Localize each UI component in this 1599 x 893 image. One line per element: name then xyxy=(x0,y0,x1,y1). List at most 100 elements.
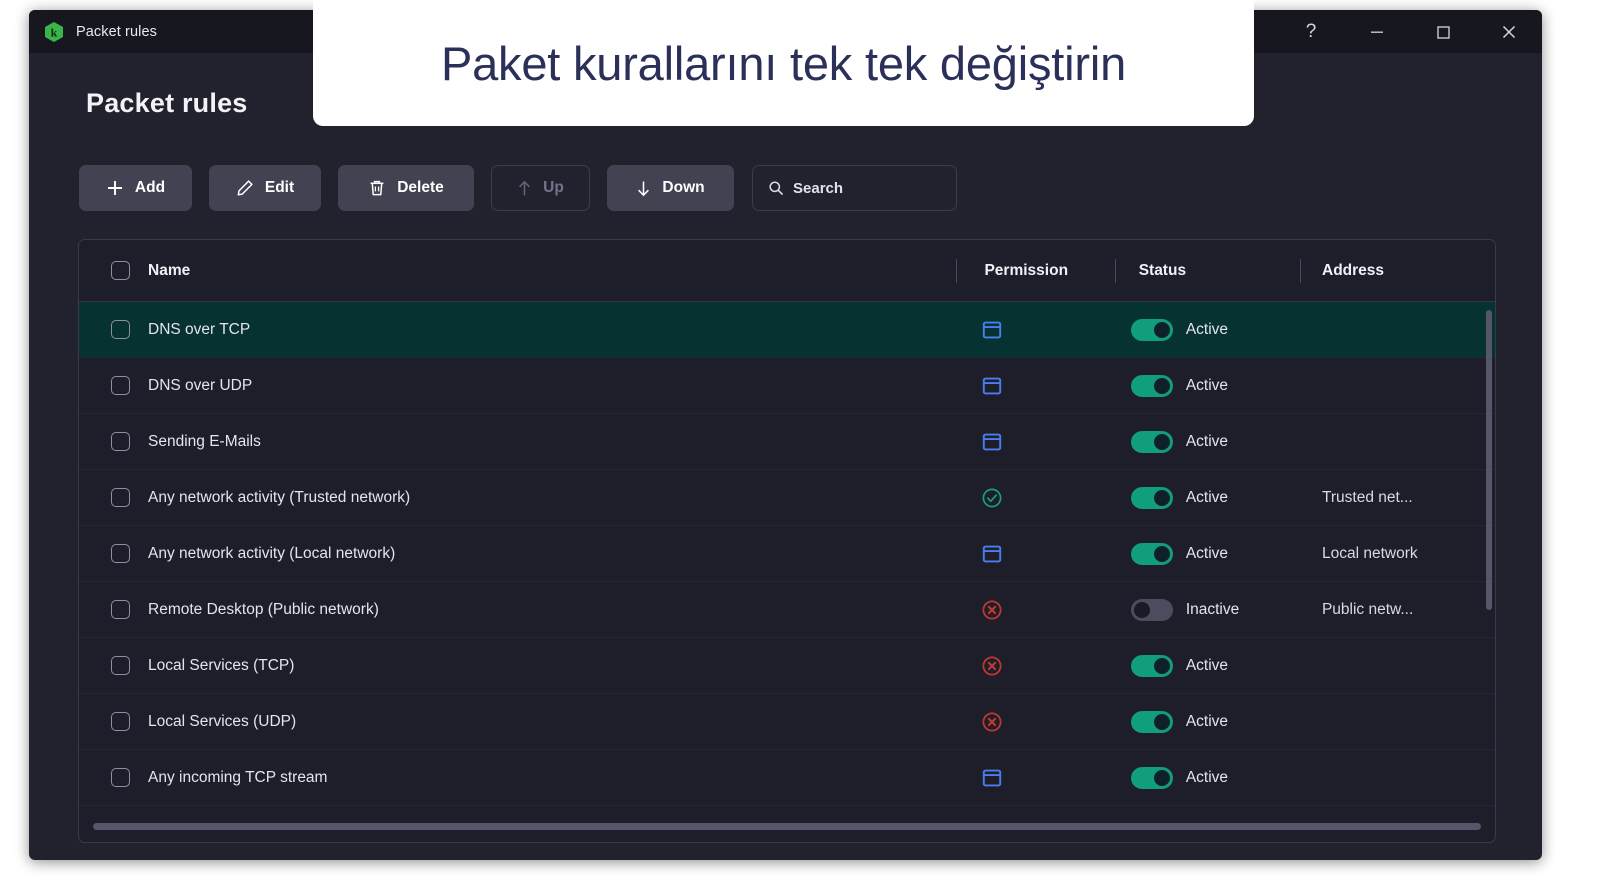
help-button[interactable]: ? xyxy=(1278,10,1344,53)
row-permission-cell[interactable] xyxy=(957,599,1115,621)
window-controls: ? xyxy=(1278,10,1542,53)
add-button[interactable]: Add xyxy=(79,165,192,211)
row-status-toggle[interactable] xyxy=(1130,486,1173,509)
select-all-checkbox[interactable] xyxy=(111,261,130,280)
toggle-knob xyxy=(1153,433,1170,450)
trash-icon xyxy=(370,180,384,196)
column-header-name: Name xyxy=(79,240,956,301)
table-row[interactable]: DNS over TCP Active xyxy=(79,302,1495,358)
row-status-toggle[interactable] xyxy=(1130,374,1173,397)
row-checkbox[interactable] xyxy=(111,544,130,563)
kaspersky-hex-logo-icon: k xyxy=(43,21,65,43)
row-permission-cell[interactable] xyxy=(957,655,1115,677)
column-header-status-label: Status xyxy=(1138,261,1187,279)
move-down-button-label: Down xyxy=(662,179,705,196)
row-permission-cell[interactable] xyxy=(957,543,1115,565)
row-status-label: Inactive xyxy=(1185,600,1240,618)
edit-button[interactable]: Edit xyxy=(209,165,321,211)
window-title-text: Packet rules xyxy=(76,23,157,40)
row-name-label: Any network activity (Trusted network) xyxy=(148,488,411,506)
row-name-label: DNS over TCP xyxy=(148,320,251,338)
horizontal-scrollbar-thumb[interactable] xyxy=(93,823,1481,830)
close-icon xyxy=(1502,25,1516,38)
row-name-cell: Remote Desktop (Public network) xyxy=(79,600,957,619)
row-permission-cell[interactable] xyxy=(957,375,1115,397)
row-address-cell: Local network xyxy=(1321,544,1418,562)
tutorial-callout: Paket kurallarını tek tek değiştirin xyxy=(313,0,1254,126)
search-box[interactable] xyxy=(752,165,957,211)
prompt-window-icon xyxy=(982,377,1001,394)
search-input[interactable] xyxy=(793,179,941,197)
prompt-window-icon xyxy=(982,321,1001,338)
packet-rules-table: Name Permission Status Address DNS over … xyxy=(78,239,1496,843)
row-status-toggle[interactable] xyxy=(1130,430,1173,453)
allow-check-icon xyxy=(982,488,1002,507)
vertical-scrollbar-thumb[interactable] xyxy=(1486,310,1492,610)
row-status-toggle[interactable] xyxy=(1130,710,1173,733)
row-checkbox[interactable] xyxy=(111,320,130,339)
row-permission-cell[interactable] xyxy=(957,711,1115,733)
row-status-toggle[interactable] xyxy=(1130,766,1173,789)
tutorial-callout-text: Paket kurallarını tek tek değiştirin xyxy=(440,36,1127,90)
row-status-toggle[interactable] xyxy=(1130,542,1173,565)
table-row[interactable]: Local Services (TCP) Active xyxy=(79,638,1495,694)
row-checkbox[interactable] xyxy=(111,768,130,787)
row-permission-cell[interactable] xyxy=(957,487,1115,509)
table-row[interactable]: Any network activity (Local network) Acti… xyxy=(79,526,1495,582)
row-checkbox[interactable] xyxy=(111,656,130,675)
column-header-permission: Permission xyxy=(956,240,1114,301)
row-checkbox[interactable] xyxy=(111,488,130,507)
minimize-icon xyxy=(1371,31,1383,33)
row-status-label: Active xyxy=(1185,544,1229,562)
move-up-button[interactable]: Up xyxy=(491,165,590,211)
row-checkbox[interactable] xyxy=(111,712,130,731)
table-row[interactable]: Remote Desktop (Public network) Inactive P… xyxy=(79,582,1495,638)
move-up-button-label: Up xyxy=(543,179,564,196)
arrow-down-icon xyxy=(638,181,650,196)
row-name-label: Sending E-Mails xyxy=(148,432,261,450)
row-permission-cell[interactable] xyxy=(957,767,1115,789)
row-status-label: Active xyxy=(1185,320,1229,338)
maximize-button[interactable] xyxy=(1410,10,1476,53)
table-row[interactable]: Any incoming TCP stream Active xyxy=(79,750,1495,806)
edit-button-label: Edit xyxy=(264,179,295,196)
row-status-toggle[interactable] xyxy=(1130,318,1173,341)
search-icon xyxy=(769,181,784,196)
row-name-cell: Local Services (UDP) xyxy=(79,712,957,731)
row-name-cell: Any incoming TCP stream xyxy=(79,768,957,787)
block-cross-icon xyxy=(982,599,1002,620)
row-permission-cell[interactable] xyxy=(957,319,1115,341)
row-checkbox[interactable] xyxy=(111,432,130,451)
screenshot-root: k Packet rules ? Packet rules Add Edit D… xyxy=(0,0,1599,893)
table-row[interactable]: DNS over UDP Active xyxy=(79,358,1495,414)
table-row[interactable]: Sending E-Mails Active xyxy=(79,414,1495,470)
minimize-button[interactable] xyxy=(1344,10,1410,53)
delete-button[interactable]: Delete xyxy=(338,165,474,211)
row-status-toggle[interactable] xyxy=(1130,654,1173,677)
prompt-window-icon xyxy=(982,769,1001,786)
maximize-icon xyxy=(1437,25,1450,39)
row-name-cell: DNS over UDP xyxy=(79,376,957,395)
arrow-up-icon xyxy=(519,180,531,195)
row-status-toggle[interactable] xyxy=(1130,598,1173,621)
row-name-cell: Local Services (TCP) xyxy=(79,656,957,675)
row-status-label: Active xyxy=(1185,432,1229,450)
table-row[interactable]: Local Services (UDP) Active xyxy=(79,694,1495,750)
toggle-knob xyxy=(1153,713,1170,730)
vertical-scrollbar[interactable] xyxy=(1486,302,1492,842)
row-checkbox[interactable] xyxy=(111,600,130,619)
column-header-permission-label: Permission xyxy=(984,261,1069,279)
row-status-cell: Active xyxy=(1115,654,1300,677)
svg-text:k: k xyxy=(51,25,58,39)
table-row[interactable]: Any network activity (Trusted network) Ac… xyxy=(79,470,1495,526)
delete-button-label: Delete xyxy=(397,179,444,196)
row-status-label: Active xyxy=(1185,376,1229,394)
row-name-label: Local Services (UDP) xyxy=(148,712,297,730)
row-permission-cell[interactable] xyxy=(957,431,1115,453)
close-button[interactable] xyxy=(1476,10,1542,53)
horizontal-scrollbar[interactable] xyxy=(93,823,1481,830)
toggle-knob xyxy=(1153,489,1170,506)
row-checkbox[interactable] xyxy=(111,376,130,395)
row-address-cell: Trusted net... xyxy=(1321,488,1413,506)
move-down-button[interactable]: Down xyxy=(607,165,734,211)
